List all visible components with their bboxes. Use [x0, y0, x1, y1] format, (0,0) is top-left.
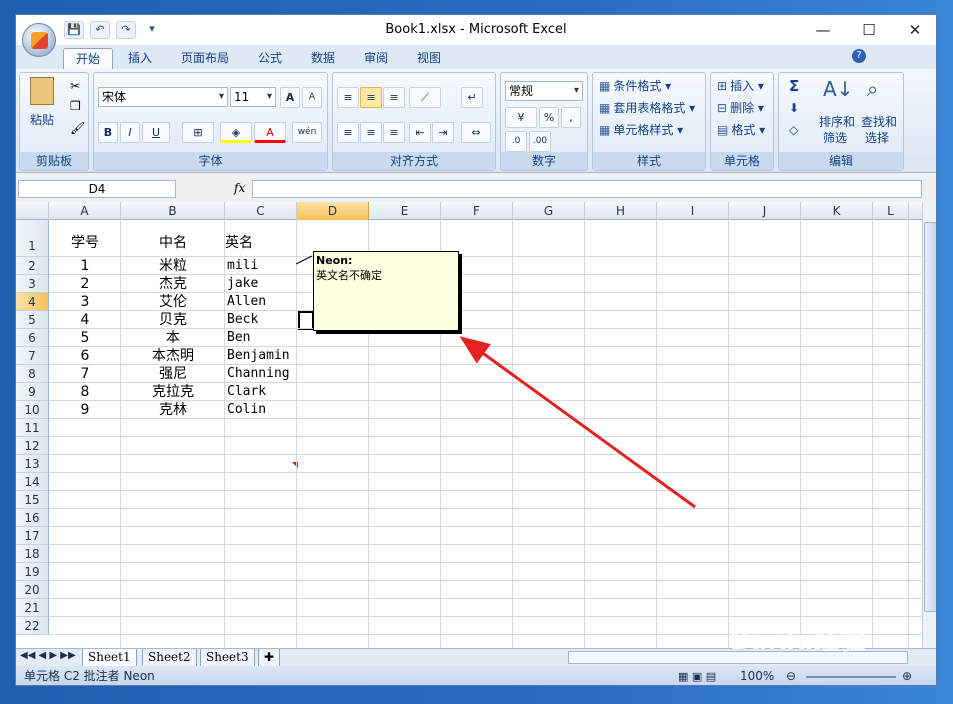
office-logo-icon: [31, 32, 48, 49]
red-arrow-annotation: [295, 255, 696, 509]
office-button[interactable]: [22, 23, 56, 57]
